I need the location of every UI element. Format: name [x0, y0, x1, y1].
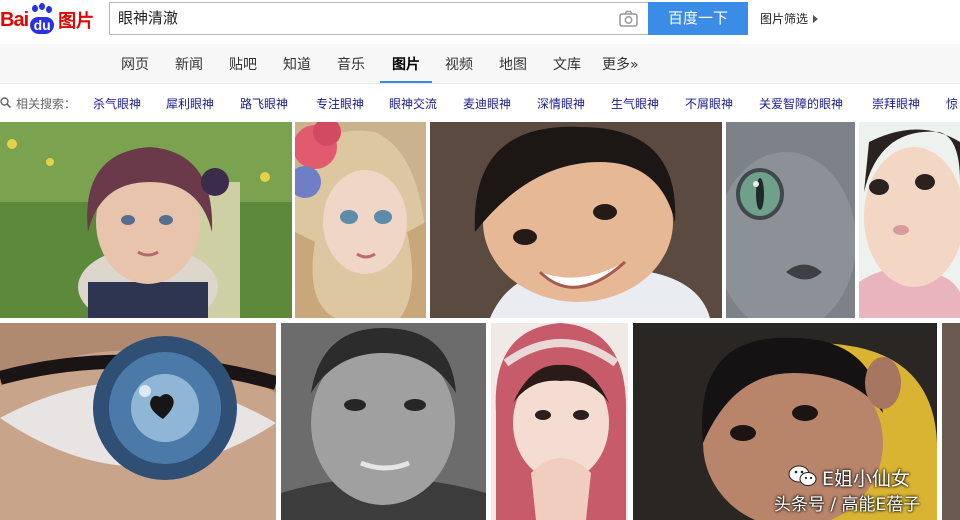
nav-wenku[interactable]: 文库	[553, 54, 581, 74]
nav-music[interactable]: 音乐	[337, 54, 365, 74]
related-link[interactable]: 眼神交流	[389, 95, 437, 112]
related-searches-label: 相关搜索：	[16, 97, 77, 111]
watermark-author: E姐小仙女	[822, 468, 911, 490]
image-result-doll-girl-flowers[interactable]	[295, 122, 426, 318]
related-link[interactable]: 崇拜眼神	[872, 95, 920, 112]
image-result-smiling-boy[interactable]	[430, 122, 722, 318]
image-result-girl-knit-hat[interactable]	[491, 323, 628, 520]
photo-thumbnail	[859, 122, 960, 318]
related-link[interactable]: 生气眼神	[611, 95, 659, 112]
photo-thumbnail	[281, 323, 486, 520]
photo-thumbnail	[295, 122, 426, 318]
photo-thumbnail	[430, 122, 722, 318]
related-link[interactable]: 麦迪眼神	[463, 95, 511, 112]
related-link[interactable]: 关爱智障的眼神	[759, 95, 843, 112]
baidu-image-logo[interactable]: Bai du 图片	[0, 3, 95, 35]
related-link[interactable]: 杀气眼神	[93, 95, 141, 112]
image-result-toddler-girl[interactable]	[859, 122, 960, 318]
category-nav: 网页 新闻 贴吧 知道 音乐 图片 视频 地图 文库 更多»	[0, 44, 960, 84]
related-link[interactable]: 惊	[946, 95, 958, 112]
photo-thumbnail	[726, 122, 855, 318]
camera-icon[interactable]	[619, 10, 638, 27]
paw-icon: du	[28, 3, 56, 35]
related-searches: 相关搜索： 杀气眼神 犀利眼神 路飞眼神 专注眼神 眼神交流 麦迪眼神 深情眼神…	[0, 85, 960, 121]
image-result-gray-cat[interactable]	[726, 122, 855, 318]
photo-thumbnail	[491, 323, 628, 520]
image-result-boy-bw[interactable]	[281, 323, 486, 520]
related-link[interactable]: 专注眼神	[316, 95, 364, 112]
search-box	[109, 2, 648, 35]
related-link[interactable]: 路飞眼神	[240, 95, 288, 112]
nav-video[interactable]: 视频	[445, 54, 473, 74]
nav-news[interactable]: 新闻	[175, 54, 203, 74]
search-icon	[0, 97, 11, 108]
photo-thumbnail	[0, 323, 276, 520]
logo-text-images: 图片	[58, 11, 95, 32]
image-result-girl-flower-hairband[interactable]	[0, 122, 292, 318]
nav-more[interactable]: 更多»	[602, 54, 639, 74]
related-link[interactable]: 犀利眼神	[166, 95, 214, 112]
related-link[interactable]: 深情眼神	[537, 95, 585, 112]
logo-text-du: du	[30, 17, 55, 34]
nav-zhidao[interactable]: 知道	[283, 54, 311, 74]
caret-right-icon	[813, 14, 819, 23]
active-tab-indicator	[380, 81, 432, 83]
wechat-icon	[788, 465, 817, 486]
photo-thumbnail	[0, 122, 292, 318]
watermark-source: 头条号 / 高能E蓓子	[774, 495, 921, 515]
nav-web[interactable]: 网页	[121, 54, 149, 74]
nav-images[interactable]: 图片	[392, 54, 420, 74]
image-filter-link[interactable]: 图片筛选	[760, 10, 819, 27]
nav-tieba[interactable]: 贴吧	[229, 54, 257, 74]
search-button[interactable]: 百度一下	[648, 2, 748, 35]
logo-text-bai: Bai	[0, 8, 29, 31]
image-result-blue-eye[interactable]	[0, 323, 276, 520]
nav-map[interactable]: 地图	[499, 54, 527, 74]
search-input[interactable]	[118, 3, 598, 34]
toutiao-watermark: E姐小仙女 头条号 / 高能E蓓子	[774, 462, 960, 520]
related-link[interactable]: 不屑眼神	[685, 95, 733, 112]
top-header: Bai du 图片 百度一下 图片筛选	[0, 0, 960, 44]
image-filter-label: 图片筛选	[760, 12, 809, 26]
